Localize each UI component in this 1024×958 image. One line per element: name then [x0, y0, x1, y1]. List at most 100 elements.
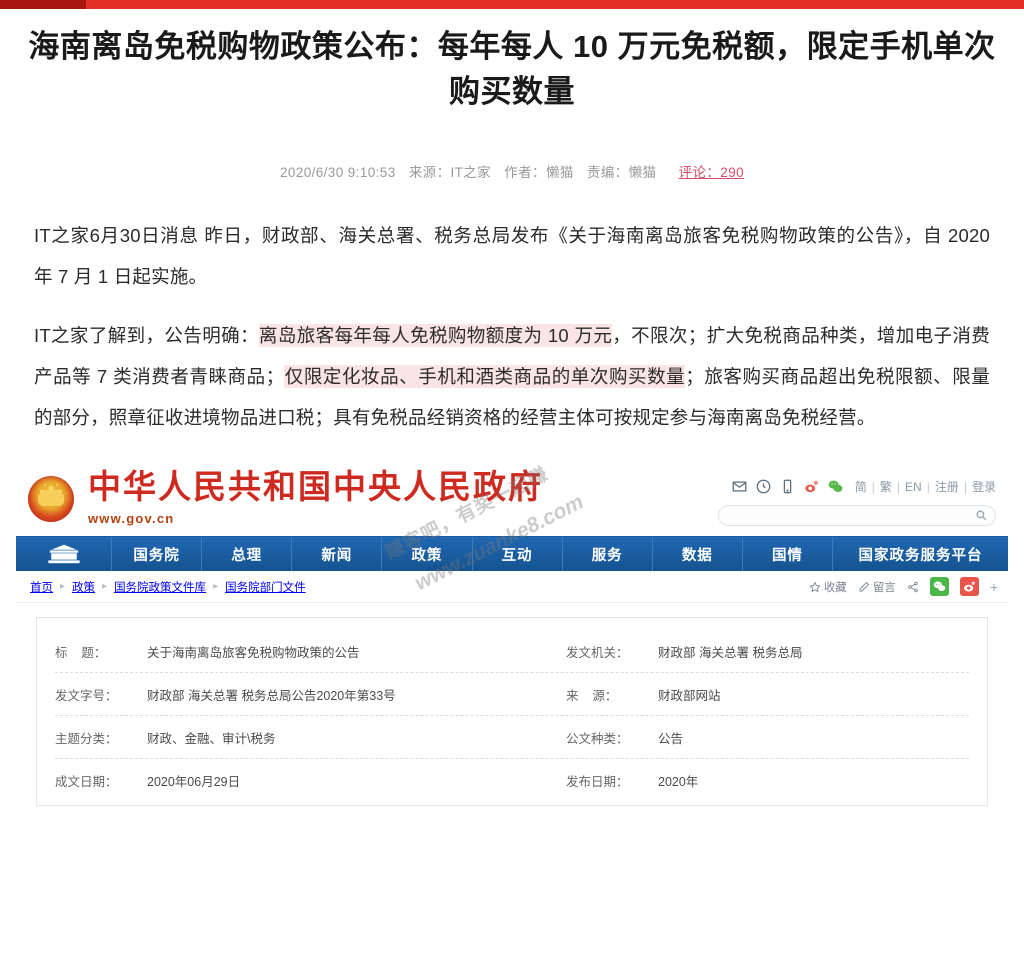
gov-language-links: 简 | 繁 | EN | 注册 | 登录	[854, 478, 996, 495]
article-lead: IT之家6月30日消息	[34, 224, 205, 246]
info-cell-subject-category: 主题分类： 财政、金融、审计\税务	[55, 728, 512, 747]
table-row: 标 题： 关于海南离岛旅客免税购物政策的公告 发文机关： 财政部 海关总署 税务…	[55, 630, 969, 674]
star-icon	[809, 581, 821, 593]
gov-search-box[interactable]	[718, 505, 996, 527]
share-icon	[908, 581, 918, 592]
info-label-title: 标 题：	[55, 646, 107, 661]
article-body: IT之家6月30日消息 昨日，财政部、海关总署、税务总局发布《关于海南离岛旅客免…	[34, 215, 990, 438]
info-value-subject-category: 财政、金融、审计\税务	[147, 732, 276, 747]
table-row: 发文字号： 财政部 海关总署 税务总局公告2020年第33号 来 源： 财政部网…	[55, 673, 969, 717]
favorite-button[interactable]: 收藏	[809, 579, 847, 595]
wechat-share-button[interactable]	[929, 577, 949, 597]
nav-item-guowuyuan[interactable]: 国务院	[112, 537, 203, 572]
search-icon[interactable]	[975, 509, 988, 522]
wechat-icon[interactable]	[827, 478, 844, 495]
table-row: 主题分类： 财政、金融、审计\税务 公文种类： 公告	[55, 716, 969, 760]
info-label-publish-date: 发布日期：	[566, 775, 629, 790]
nav-item-hudong[interactable]: 互动	[473, 537, 563, 572]
info-label-document-type: 公文种类：	[566, 732, 629, 747]
article-meta: 2020/6/30 9:10:53 来源：IT之家 作者：懒猫 责编：懒猫 评论…	[18, 161, 1006, 181]
chevron-right-icon: ▸	[213, 581, 219, 593]
comments-link[interactable]: 评论：290	[679, 165, 744, 180]
sidebar-item-home[interactable]	[16, 537, 112, 572]
pencil-icon	[859, 581, 869, 592]
info-label-document-number: 发文字号：	[55, 689, 118, 704]
info-cell-issuing-agency: 发文机关： 财政部 海关总署 税务总局	[512, 642, 969, 661]
info-label-issuing-agency: 发文机关：	[566, 646, 629, 661]
nav-item-government-service-platform[interactable]: 国家政务服务平台	[833, 537, 1008, 571]
gov-portal-card: 中华人民共和国中央人民政府 www.gov.cn 简 | 繁 | EN | 注册…	[16, 460, 1008, 807]
info-value-completion-date: 2020年06月29日	[147, 775, 241, 790]
article-paragraph-2: IT之家了解到，公告明确：离岛旅客每年每人免税购物额度为 10 万元，不限次；扩…	[34, 315, 990, 438]
info-value-document-number: 财政部 海关总署 税务总局公告2020年第33号	[147, 689, 396, 704]
wechat-icon	[933, 581, 946, 592]
gov-utility-row: 简 | 繁 | EN | 注册 | 登录	[718, 478, 996, 495]
highlighted-quota-text: 离岛旅客每年每人免税购物额度为 10 万元	[258, 324, 613, 347]
mobile-icon[interactable]	[779, 478, 796, 495]
breadcrumb: 首页 ▸ 政策 ▸ 国务院政策文件库 ▸ 国务院部门文件	[30, 579, 306, 595]
breadcrumb-item-home[interactable]: 首页	[30, 579, 53, 595]
gov-utilities: 简 | 繁 | EN | 注册 | 登录	[718, 478, 996, 527]
weibo-icon[interactable]	[803, 478, 820, 495]
table-row: 成文日期： 2020年06月29日 发布日期： 2020年	[55, 759, 969, 801]
gov-brand[interactable]: 中华人民共和国中央人民政府 www.gov.cn	[28, 472, 543, 525]
breadcrumb-row: 首页 ▸ 政策 ▸ 国务院政策文件库 ▸ 国务院部门文件 收藏 留言 +	[16, 571, 1008, 604]
breadcrumb-item-policy-library[interactable]: 国务院政策文件库	[114, 579, 206, 595]
editor-label: 责编：	[586, 164, 629, 180]
info-value-document-type: 公告	[658, 732, 684, 747]
weibo-share-button[interactable]	[959, 577, 979, 597]
top-accent-bar-dark-segment	[0, 0, 86, 9]
info-cell-publish-date: 发布日期： 2020年	[512, 771, 969, 790]
gov-main-nav: 国务院 总理 新闻 政策 互动 服务 数据 国情 国家政务服务平台	[16, 536, 1008, 572]
weibo-icon	[963, 581, 975, 592]
nav-item-zhengce[interactable]: 政策	[382, 537, 473, 572]
nav-item-fuwu[interactable]: 服务	[563, 537, 653, 572]
chevron-right-icon: ▸	[60, 581, 66, 593]
info-label-subject-category: 主题分类：	[55, 732, 118, 747]
article-paragraph-1: IT之家6月30日消息 昨日，财政部、海关总署、税务总局发布《关于海南离岛旅客免…	[34, 215, 990, 297]
info-cell-document-type: 公文种类： 公告	[512, 728, 969, 747]
nav-item-shuju[interactable]: 数据	[653, 537, 743, 572]
gov-building-icon	[47, 544, 80, 564]
info-value-source: 财政部网站	[658, 689, 721, 704]
clock-icon[interactable]	[755, 478, 772, 495]
article-container: 海南离岛免税购物政策公布：每年每人 10 万元免税额，限定手机单次购买数量 20…	[0, 25, 1024, 438]
article-actions: 收藏 留言 +	[809, 577, 998, 597]
page-title: 海南离岛免税购物政策公布：每年每人 10 万元免税额，限定手机单次购买数量	[28, 29, 996, 109]
national-emblem-icon	[28, 475, 74, 522]
highlighted-limit-text: 仅限定化妆品、手机和酒类商品的单次购买数量	[284, 365, 686, 389]
lang-link-traditional[interactable]: 繁	[880, 478, 892, 495]
register-link[interactable]: 注册	[935, 478, 959, 495]
info-cell-document-number: 发文字号： 财政部 海关总署 税务总局公告2020年第33号	[55, 685, 512, 704]
info-value-title: 关于海南离岛旅客免税购物政策的公告	[147, 646, 360, 661]
lang-link-english[interactable]: EN	[905, 480, 922, 494]
info-cell-completion-date: 成文日期： 2020年06月29日	[55, 771, 512, 790]
more-share-button[interactable]: +	[990, 579, 998, 595]
nav-item-xinwen[interactable]: 新闻	[292, 537, 383, 572]
top-accent-bar	[0, 0, 1024, 9]
info-value-issuing-agency: 财政部 海关总署 税务总局	[658, 646, 803, 661]
paragraph-2-part-1: IT之家了解到，公告明确：	[34, 325, 259, 346]
info-label-completion-date: 成文日期：	[55, 775, 118, 790]
login-link[interactable]: 登录	[972, 478, 996, 495]
document-info-table: 标 题： 关于海南离岛旅客免税购物政策的公告 发文机关： 财政部 海关总署 税务…	[36, 617, 988, 807]
favorite-label: 收藏	[823, 581, 847, 594]
breadcrumb-item-department-documents[interactable]: 国务院部门文件	[225, 579, 306, 595]
source-label: 来源：	[408, 164, 451, 180]
info-label-source: 来 源：	[566, 689, 618, 704]
author-value: 懒猫	[545, 164, 574, 180]
lang-link-simplified[interactable]: 简	[855, 478, 867, 495]
gov-site-title: 中华人民共和国中央人民政府	[88, 470, 543, 507]
nav-item-guoqing[interactable]: 国情	[743, 537, 833, 572]
nav-item-zongli[interactable]: 总理	[202, 537, 293, 572]
message-label: 留言	[872, 581, 896, 594]
breadcrumb-item-policy[interactable]: 政策	[72, 579, 95, 595]
source-value: IT之家	[450, 164, 492, 180]
mail-icon[interactable]	[731, 478, 748, 495]
chevron-right-icon: ▸	[102, 581, 108, 593]
search-input[interactable]	[727, 508, 987, 523]
message-button[interactable]: 留言	[858, 579, 896, 595]
info-cell-title: 标 题： 关于海南离岛旅客免税购物政策的公告	[55, 642, 512, 661]
share-button[interactable]	[907, 581, 919, 593]
author-label: 作者：	[504, 164, 546, 180]
